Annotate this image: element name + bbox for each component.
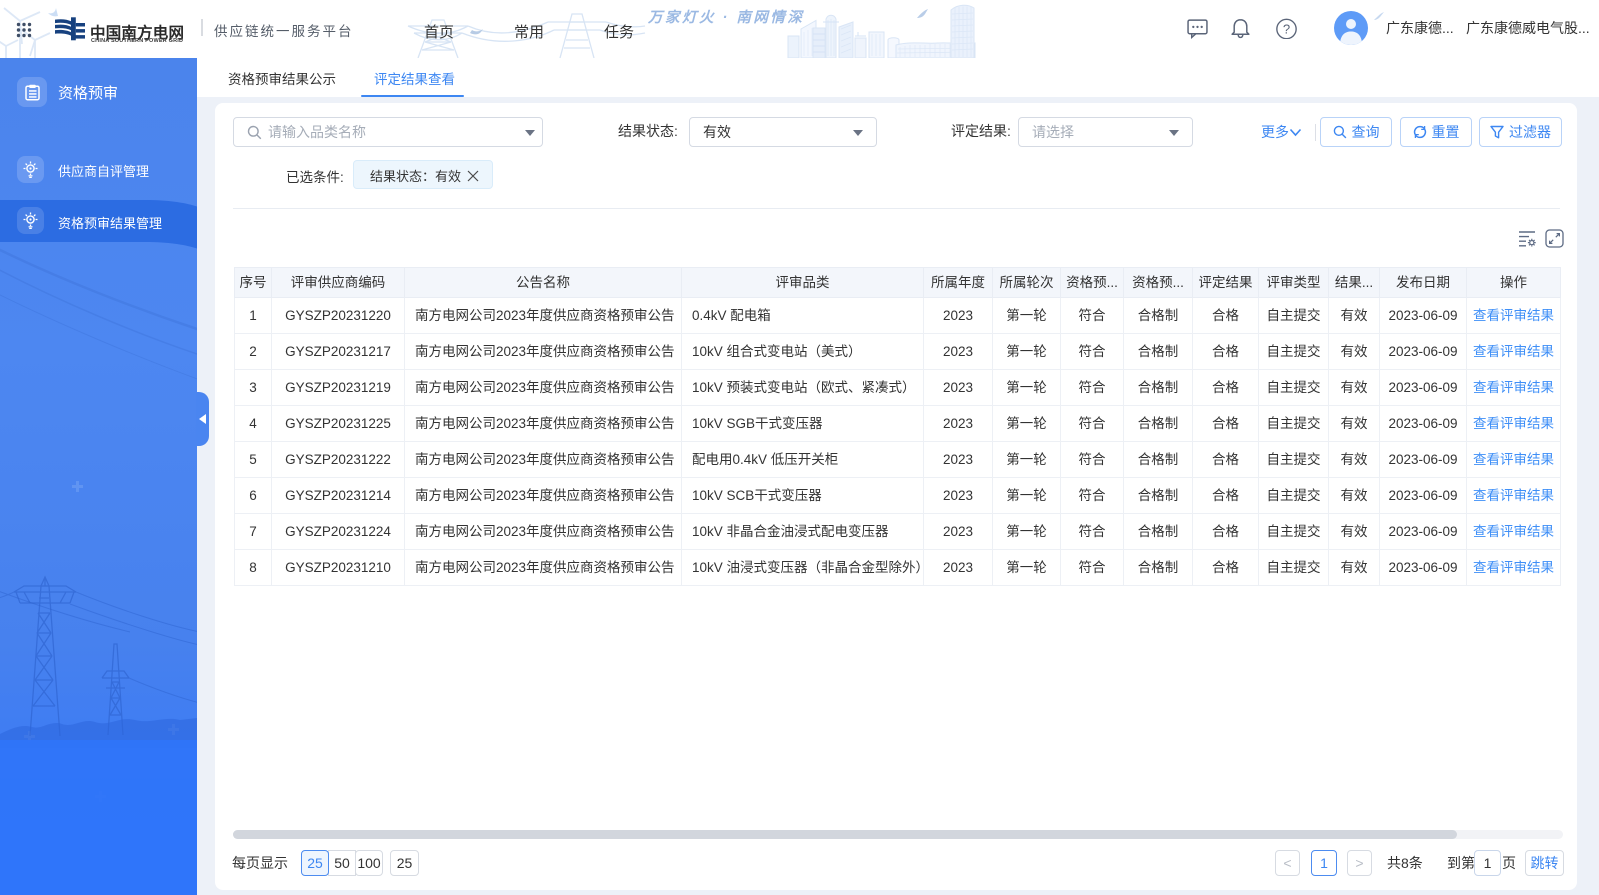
svg-text:?: ? [1283,21,1290,36]
